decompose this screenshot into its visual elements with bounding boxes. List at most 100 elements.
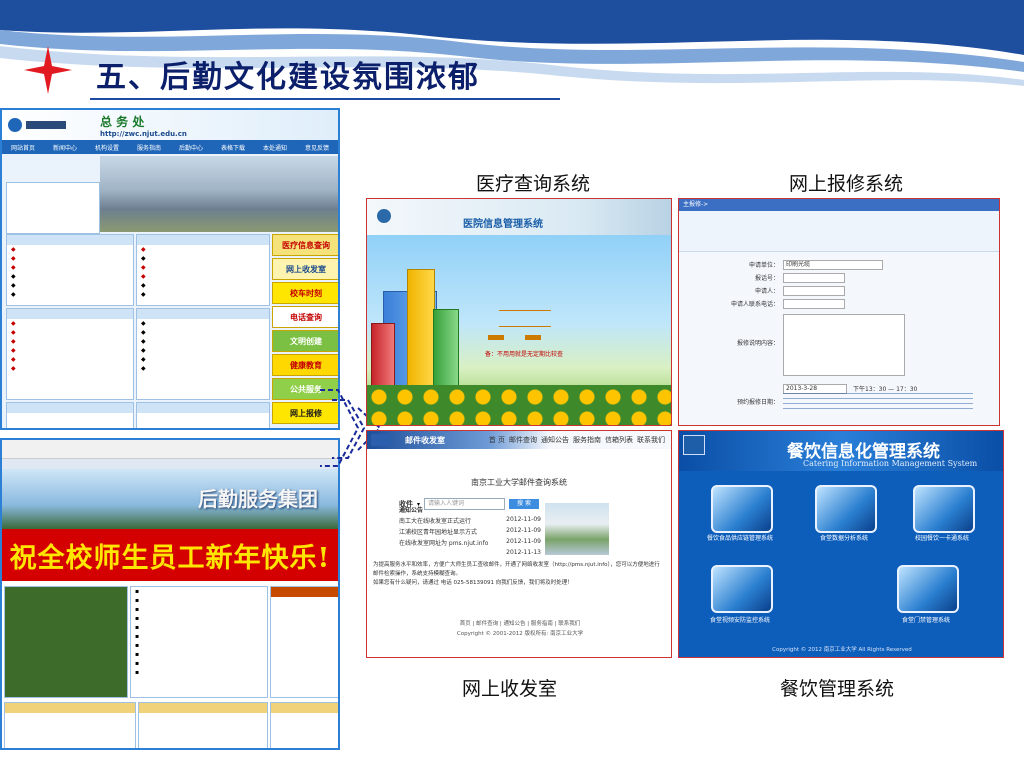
- notice-item[interactable]: 2012-11-13: [399, 549, 541, 560]
- form-row: 申请单位： 印刷光缆: [679, 258, 999, 271]
- notice-date: 2012-11-13: [506, 549, 541, 556]
- form-row: 申请人：: [679, 284, 999, 297]
- portal-screenshot: 总 务 处 http://zwc.njut.edu.cn 网站首页 新闻中心 机…: [0, 108, 340, 430]
- field-label: 预约报修日期：: [736, 399, 779, 406]
- phone-input[interactable]: [783, 272, 845, 283]
- mail-menu-item[interactable]: 通知公告: [541, 435, 569, 445]
- notice-item[interactable]: 在线收发室网址为 pms.njut.info 2012-11-09: [399, 538, 541, 549]
- mail-menu-item[interactable]: 服务指南: [573, 435, 601, 445]
- password-input[interactable]: [499, 319, 551, 327]
- unit-select[interactable]: 印刷光缆: [783, 259, 883, 270]
- mail-menu-item[interactable]: 首 页: [489, 435, 505, 445]
- caption-mail: 网上收发室: [462, 678, 558, 700]
- medical-system-title: 医院信息管理系统: [463, 219, 543, 230]
- mail-footer-links[interactable]: 首页 | 邮件查询 | 通知公告 | 服务指南 | 联系我们: [367, 619, 671, 627]
- mail-menu-item[interactable]: 联系我们: [637, 435, 665, 445]
- repair-info-block: [679, 211, 999, 252]
- notice-item[interactable]: 南工大在线收发室正式运行 2012-11-09: [399, 516, 541, 527]
- module-icon[interactable]: [815, 485, 877, 533]
- field-label: 申请人：: [754, 288, 779, 295]
- logistics-toolbar: [2, 440, 338, 459]
- notice-list: 通知公告 南工大在线收发室正式运行 2012-11-09 江浦校区青年园地址显示…: [399, 505, 541, 560]
- mail-system-title: 南京工业大学邮件查询系统: [471, 478, 567, 487]
- catering-copyright: Copyright © 2012 南京工业大学 All Rights Reser…: [772, 647, 912, 653]
- module-label[interactable]: 食堂门禁管理系统: [881, 615, 971, 624]
- form-row: 申请人联系电话：: [679, 297, 999, 310]
- side-button-medical[interactable]: 医疗信息查询: [272, 234, 338, 256]
- portal-url[interactable]: http://zwc.njut.edu.cn: [100, 130, 187, 138]
- catering-title-en: Catering Information Management System: [803, 459, 978, 468]
- content-textarea[interactable]: [783, 314, 905, 376]
- module-label[interactable]: 餐饮食品供应链管理系统: [695, 533, 785, 542]
- side-button-civilization[interactable]: 文明创建: [272, 330, 338, 352]
- medical-screenshot: 医院信息管理系统 备：不用用就是无定期比较查: [366, 198, 672, 426]
- nav-item[interactable]: 服务指南: [137, 143, 161, 152]
- slide-title: 五、后勤文化建设氛围浓郁: [96, 60, 480, 95]
- logistics-news-list: ▪ ▪ ▪ ▪ ▪ ▪ ▪ ▪ ▪ ▪: [130, 586, 268, 698]
- notice-text[interactable]: 南工大在线收发室正式运行: [399, 516, 471, 527]
- field-label: 报修说明内容：: [736, 340, 779, 347]
- building-illustration: [433, 309, 459, 387]
- medical-footer-note: 备：不用用就是无定期比较查: [485, 351, 564, 358]
- nav-item[interactable]: 后勤中心: [179, 143, 203, 152]
- campus-photo: [100, 156, 338, 232]
- mail-topbar: 邮件收发室 首 页 邮件查询 通知公告 服务指南 信箱列表 联系我们: [367, 431, 671, 449]
- star-icon: [24, 46, 72, 94]
- news-panel-5: [6, 402, 134, 428]
- module-icon[interactable]: [897, 565, 959, 613]
- university-logo: [8, 118, 22, 132]
- username-input[interactable]: [499, 303, 551, 311]
- news-panel-1: ◆ ◆ ◆ ◆ ◆ ◆: [6, 234, 134, 306]
- module-icon[interactable]: [711, 565, 773, 613]
- title-underline: [90, 98, 560, 100]
- mail-menu-item[interactable]: 信箱列表: [605, 435, 633, 445]
- logistics-group-name: 后勤服务集团: [198, 487, 318, 511]
- side-button-health[interactable]: 健康教育: [272, 354, 338, 376]
- nav-item[interactable]: 意见反馈: [305, 143, 329, 152]
- portal-nav: 网站首页 新闻中心 机构设置 服务指南 后勤中心 表格下载 本处通知 意见反馈: [2, 140, 338, 154]
- mail-menu-item[interactable]: 邮件查询: [509, 435, 537, 445]
- logistics-panel-b: [138, 702, 268, 748]
- module-label[interactable]: 食堂视频安防监控系统: [695, 615, 785, 624]
- new-year-text: 祝全校师生员工新年快乐!: [9, 542, 331, 574]
- notice-text[interactable]: 江浦校区青年园地址显示方式: [399, 527, 477, 538]
- form-row: 预约报修日期：: [679, 392, 999, 411]
- mail-logo: [371, 434, 391, 446]
- logistics-panel-a: [4, 702, 136, 748]
- notice-date: 2012-11-09: [506, 538, 541, 545]
- module-icon[interactable]: [913, 485, 975, 533]
- caption-medical: 医疗查询系统: [476, 173, 591, 195]
- logistics-panel-c: [270, 702, 338, 748]
- nav-item[interactable]: 新闻中心: [53, 143, 77, 152]
- module-icon[interactable]: [711, 485, 773, 533]
- notice-item[interactable]: 江浦校区青年园地址显示方式 2012-11-09: [399, 527, 541, 538]
- caption-catering: 餐饮管理系统: [780, 678, 895, 700]
- news-panel-3: ◆ ◆ ◆ ◆ ◆ ◆: [6, 308, 134, 400]
- nav-item[interactable]: 机构设置: [95, 143, 119, 152]
- form-row: 报话号：: [679, 271, 999, 284]
- logistics-nav: [2, 459, 338, 469]
- news-panel-6: [136, 402, 270, 428]
- field-label: 申请单位：: [748, 262, 779, 269]
- module-label[interactable]: 校园餐饮一卡通系统: [897, 533, 987, 542]
- medical-logo: [377, 209, 391, 223]
- login-link[interactable]: [487, 335, 504, 340]
- login-form: [477, 303, 551, 340]
- nav-item[interactable]: 表格下载: [221, 143, 245, 152]
- notice-text[interactable]: 在线收发室网址为 pms.njut.info: [399, 538, 488, 549]
- contact-phone-input[interactable]: [783, 298, 845, 309]
- reset-link[interactable]: [524, 335, 541, 340]
- side-button-bus[interactable]: 校车时刻: [272, 282, 338, 304]
- catering-header: 餐饮信息化管理系统 Catering Information Managemen…: [679, 431, 1003, 471]
- applicant-input[interactable]: [783, 285, 845, 296]
- side-button-mailroom[interactable]: 网上收发室: [272, 258, 338, 280]
- nav-item[interactable]: 网站首页: [11, 143, 35, 152]
- logistics-header: 后勤服务集团: [2, 469, 338, 529]
- module-label[interactable]: 食堂数据分析系统: [799, 533, 889, 542]
- repair-screenshot: 主报修-> 申请单位： 印刷光缆 报话号： 申请人： 申请人联系电话： 报修说明…: [678, 198, 1000, 426]
- news-panel-2: ◆ ◆ ◆ ◆ ◆ ◆: [136, 234, 270, 306]
- side-button-phone[interactable]: 电话查询: [272, 306, 338, 328]
- nav-item[interactable]: 本处通知: [263, 143, 287, 152]
- notice-panel: [6, 182, 100, 234]
- mail-body-text: 为提高服务水平和效率，方便广大师生员工查收邮件，开通了网络收发室（http://…: [373, 561, 663, 588]
